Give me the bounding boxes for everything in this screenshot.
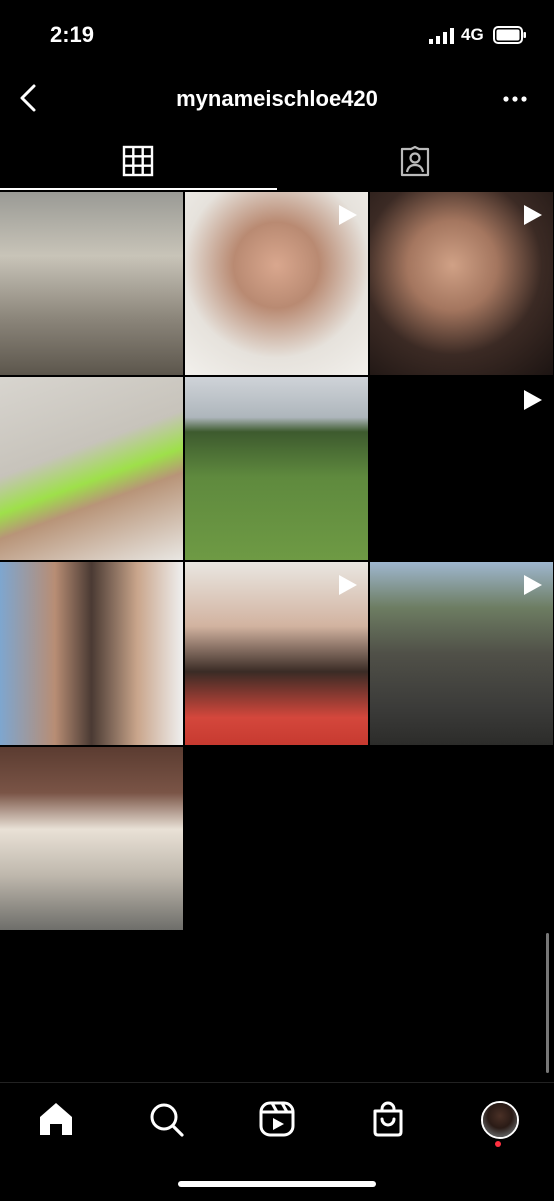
more-options-icon[interactable] [498, 84, 532, 114]
photo-woman-sitting-on-ledge [0, 192, 183, 375]
post-thumbnail-2[interactable] [185, 192, 368, 375]
post-thumbnail-10[interactable] [0, 747, 183, 930]
home-icon [40, 1103, 72, 1135]
nav-home[interactable] [36, 1099, 76, 1139]
video-play-icon [339, 205, 357, 225]
battery-icon [493, 26, 526, 44]
reels-icon [259, 1101, 295, 1137]
status-time: 2:19 [50, 22, 95, 47]
video-play-icon [339, 575, 357, 595]
post-thumbnail-9[interactable] [370, 562, 553, 745]
tab-posts-grid[interactable] [0, 130, 277, 192]
post-thumbnail-4[interactable] [0, 377, 183, 560]
tab-tagged[interactable] [277, 130, 554, 192]
grid-icon [122, 145, 154, 177]
post-thumbnail-7[interactable] [0, 562, 183, 745]
photo-mirror-selfie-neon-bikini [0, 377, 183, 560]
post-thumbnail-1[interactable] [0, 192, 183, 375]
search-icon [150, 1103, 184, 1137]
nav-reels[interactable] [257, 1099, 297, 1139]
active-tab-indicator [0, 188, 277, 190]
tagged-person-icon [400, 145, 430, 177]
home-indicator [178, 1181, 376, 1187]
photo-sitting-on-grass-park [185, 377, 368, 560]
profile-header: mynameischloe420 [0, 70, 554, 130]
profile-username: mynameischloe420 [176, 86, 378, 111]
notification-dot [495, 1141, 501, 1147]
post-thumbnail-5[interactable] [185, 377, 368, 560]
profile-avatar[interactable] [481, 1101, 519, 1139]
nav-shop[interactable] [368, 1099, 408, 1139]
post-thumbnail-6[interactable] [370, 377, 553, 560]
post-thumbnail-8[interactable] [185, 562, 368, 745]
photo-collage-beach-bikini [0, 562, 183, 745]
nav-search[interactable] [146, 1099, 186, 1139]
status-bar: 2:19 4G [0, 0, 554, 70]
shop-bag-icon [373, 1101, 403, 1137]
video-play-icon [524, 575, 542, 595]
scrollbar[interactable] [546, 933, 549, 1073]
network-type: 4G [461, 25, 484, 44]
profile-tabs [0, 130, 554, 192]
video-play-icon [524, 205, 542, 225]
video-play-icon [524, 390, 542, 410]
photo-white-outfit-terrace [0, 747, 183, 930]
signal-icon [429, 28, 454, 44]
post-thumbnail-3[interactable] [370, 192, 553, 375]
